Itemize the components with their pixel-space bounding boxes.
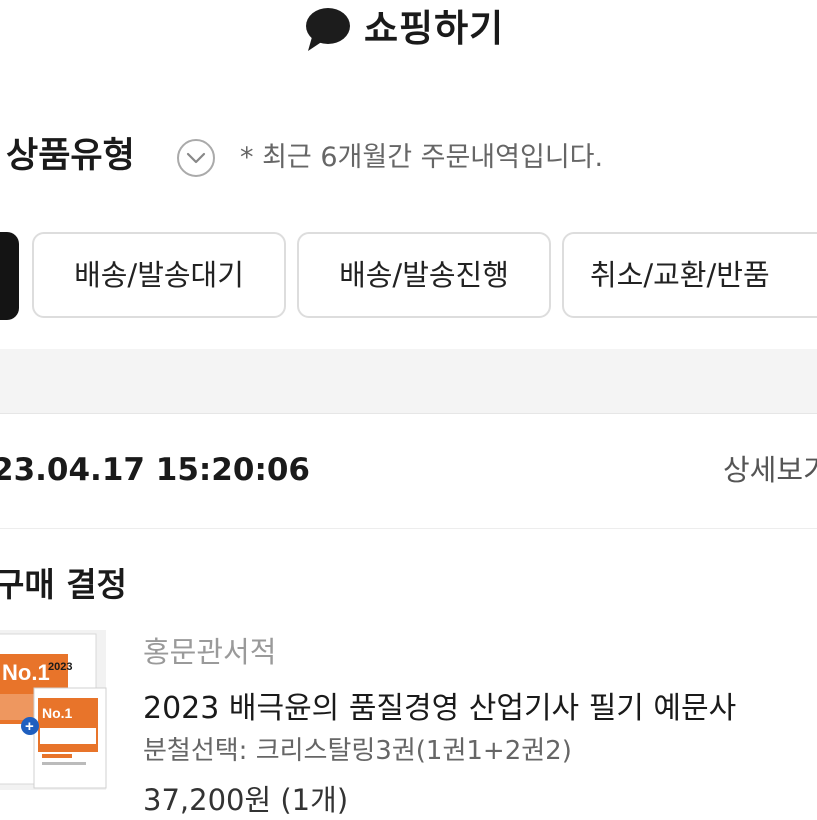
- status-chip-in-progress[interactable]: 배송/발송진행: [297, 232, 551, 318]
- svg-text:No.1: No.1: [42, 705, 73, 721]
- status-chip-awaiting[interactable]: 배송/발송대기: [32, 232, 286, 318]
- order-detail-link[interactable]: 상세보기: [723, 448, 817, 492]
- product-price: 37,200원 (1개): [143, 783, 349, 817]
- filter-row: 상품유형 * 최근 6개월간 주문내역입니다.: [0, 128, 817, 188]
- svg-text:+: +: [25, 718, 34, 735]
- notice-text: * 최근 6개월간 주문내역입니다.: [240, 142, 604, 173]
- status-chip-active[interactable]: [0, 232, 19, 320]
- order-status: 구매 결정: [0, 565, 127, 604]
- product-type-filter[interactable]: 상품유형: [6, 130, 135, 182]
- seller-name: 홍문관서적: [143, 635, 277, 669]
- svg-text:No.1: No.1: [2, 660, 50, 685]
- chat-bubble-icon: [306, 8, 350, 51]
- product-option: 분철선택: 크리스탈링3권(1권1+2권2): [143, 736, 572, 766]
- product-thumbnail[interactable]: No.1 2023 No.1 +: [0, 630, 111, 790]
- divider: [0, 528, 817, 529]
- section-spacer: [0, 349, 817, 413]
- divider: [0, 413, 817, 414]
- order-datetime: 23.04.17 15:20:06: [0, 452, 310, 488]
- header-bar: 쇼핑하기: [0, 0, 817, 62]
- page-title: 쇼핑하기: [364, 7, 505, 50]
- chevron-down-circle-icon[interactable]: [176, 138, 216, 178]
- product-name[interactable]: 2023 배극윤의 품질경영 산업기사 필기 예문사: [143, 688, 736, 730]
- status-chip-cancel-return[interactable]: 취소/교환/반품: [562, 232, 817, 318]
- svg-text:2023: 2023: [48, 661, 72, 673]
